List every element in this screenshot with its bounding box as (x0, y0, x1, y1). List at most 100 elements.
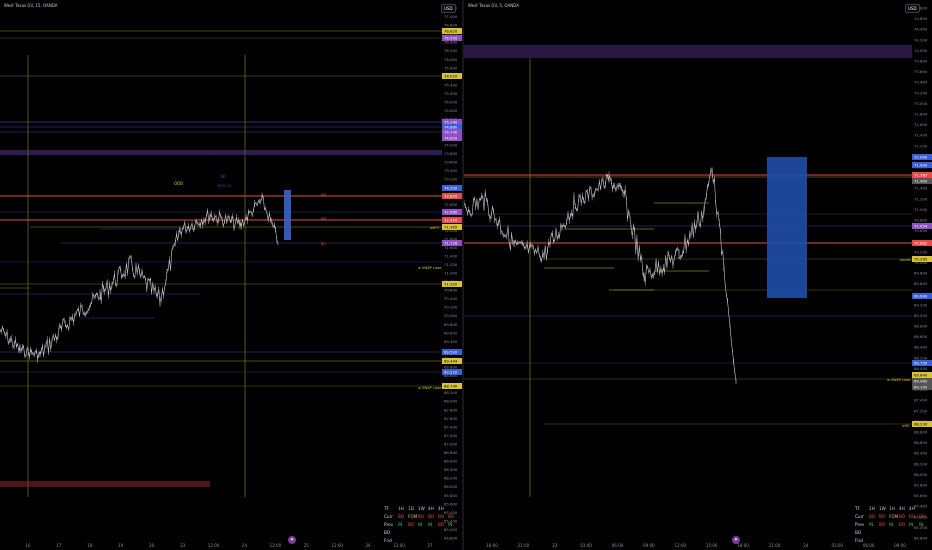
price-badge-label: 72.420 (444, 218, 458, 223)
table-row-label: Prev (855, 521, 865, 527)
price-axis-label: 71.200 (444, 262, 458, 267)
price-axis-label: 69.000 (914, 313, 928, 318)
table-cell: BO (438, 521, 445, 527)
chart-pane-right[interactable]: 74.800 74.600 74.400 74.200 74.000 73.800 73.6… (464, 0, 932, 550)
chart-annotation: MO (321, 193, 327, 197)
table-cell: BO (919, 513, 926, 519)
price-axis-label: 72.800 (914, 112, 928, 117)
price-axis-label: 67.600 (444, 416, 458, 421)
price-badge-label: 69.100 (914, 385, 928, 390)
time-axis-label: 18 (87, 543, 93, 548)
table-header-cell: 1D (408, 505, 414, 511)
price-axis-label: 66.800 (444, 450, 458, 455)
price-axis-label: 66.400 (444, 467, 458, 472)
price-series-line (0, 194, 279, 360)
chart-annotation: wOK (902, 424, 910, 428)
chart-annotation: w VWAP close (418, 266, 442, 270)
price-axis-label: 70.200 (914, 249, 928, 254)
price-axis-label: 74.600 (914, 16, 928, 21)
price-badge-label: 74.740 (444, 130, 458, 135)
price-axis-label: 69.600 (444, 330, 458, 335)
table-header-row: TF 1H 1D 1W 4H 4H (384, 504, 458, 512)
symbol-title[interactable]: West Texas Oil, 15, OANDA (4, 3, 58, 8)
price-axis-label: 67.800 (444, 407, 458, 412)
price-badge-label: 69.730 (914, 361, 928, 366)
table-cell: BO (448, 513, 455, 519)
price-badge-label: 71.400 (914, 179, 928, 184)
price-axis-label: 69.800 (444, 322, 458, 327)
price-badge-label: 71.220 (444, 282, 458, 287)
table-header-cell: TF (384, 505, 389, 511)
table-row: Curr BO BO FOM BO BO BO (855, 512, 929, 520)
time-axis-label: 03:00 (580, 543, 592, 548)
zone-box (284, 190, 291, 240)
price-badge-label: 76.545 (444, 36, 458, 41)
price-axis-label: 67.400 (914, 398, 928, 403)
price-axis-label: 73.200 (444, 176, 458, 181)
table-cell: BO (438, 513, 445, 519)
price-axis-label: 69.800 (914, 271, 928, 276)
symbol-title[interactable]: West Texas Oil, 5, OANDA (468, 3, 519, 8)
price-axis-label: 72.600 (444, 202, 458, 207)
price-axis-label: 70.800 (914, 218, 928, 223)
price-axis-label: 76.800 (444, 23, 458, 28)
currency-button[interactable]: USD (441, 4, 456, 13)
table-cell: IN (428, 521, 433, 527)
table-cell: BO (869, 513, 876, 519)
table-header-row: TF 1H 1W 1H 4H 4H (855, 504, 929, 512)
price-axis-label: 77.000 (444, 14, 458, 19)
chart-canvas-right[interactable]: 74.80074.60074.40074.20074.00073.80073.6… (464, 0, 932, 550)
table-row: Prev IN BO IN BO IN IN (855, 520, 929, 528)
price-axis-label: 76.200 (444, 48, 458, 53)
price-axis-label: 73.400 (914, 80, 928, 85)
chart-canvas-left[interactable]: 77.20077.00076.80076.60076.40076.20076.0… (0, 0, 462, 550)
zone-box (0, 150, 442, 155)
alert-icon[interactable]: ✦ (732, 536, 740, 544)
price-axis-label: 68.600 (914, 334, 928, 339)
alert-icon[interactable]: ✦ (288, 536, 296, 544)
table-header-cell: 1H (889, 505, 895, 511)
price-axis-label: 65.800 (914, 483, 928, 488)
price-axis-label: 70.400 (444, 296, 458, 301)
price-axis-label: 71.200 (914, 196, 928, 201)
price-badge-label: 68.740 (444, 384, 458, 389)
currency-button[interactable]: USD (905, 4, 920, 13)
table-header-cell: 1H (869, 505, 875, 511)
price-badge-label: 71.900 (914, 163, 928, 168)
price-axis-label: 68.400 (914, 345, 928, 350)
price-badge-label: 74.620 (444, 136, 458, 141)
price-axis-label: 68.000 (914, 366, 928, 371)
table-header-cell: 1H (398, 505, 404, 511)
price-axis-label: 67.400 (444, 424, 458, 429)
price-badge-label: 72.820 (444, 194, 458, 199)
table-row-label: Fnd (384, 537, 392, 543)
price-axis-label: 70.600 (444, 288, 458, 293)
chart-pane-left[interactable]: 77.20077.00076.80076.60076.40076.20076.0… (0, 0, 462, 550)
table-cell: BO (408, 521, 415, 527)
price-badge-label: 74.550 (444, 186, 458, 191)
table-cell: IN (889, 521, 894, 527)
price-axis-label: 73.200 (914, 90, 928, 95)
price-axis-label: 69.200 (914, 302, 928, 307)
price-badge-label: 71.054 (914, 224, 928, 229)
time-axis-label: 23 (180, 543, 186, 548)
time-axis-label: 24 (242, 543, 248, 548)
table-cell: BO (879, 513, 886, 519)
table-row: BO (855, 528, 929, 536)
price-badge-label: 69.444 (444, 359, 458, 364)
price-axis-label: 73.800 (914, 59, 928, 64)
table-header-cell: 1W (418, 505, 425, 511)
table-cell: IN (448, 521, 453, 527)
time-axis-label: 18:00 (486, 543, 498, 548)
price-axis-label: 66.400 (914, 451, 928, 456)
price-badge-label: 72.560 (444, 210, 458, 215)
price-axis-label: 68.000 (444, 399, 458, 404)
table-header-cell: 4H (438, 505, 444, 511)
chart-annotation: w VWAP close (887, 378, 911, 382)
table-cell: BO (909, 513, 916, 519)
price-badge-label: 76.020 (444, 74, 458, 79)
table-cell: BO (879, 521, 886, 527)
price-axis-label: 66.600 (444, 459, 458, 464)
price-badge-label: 70.260 (914, 257, 928, 262)
price-badge-label: 69.640 (914, 373, 928, 378)
